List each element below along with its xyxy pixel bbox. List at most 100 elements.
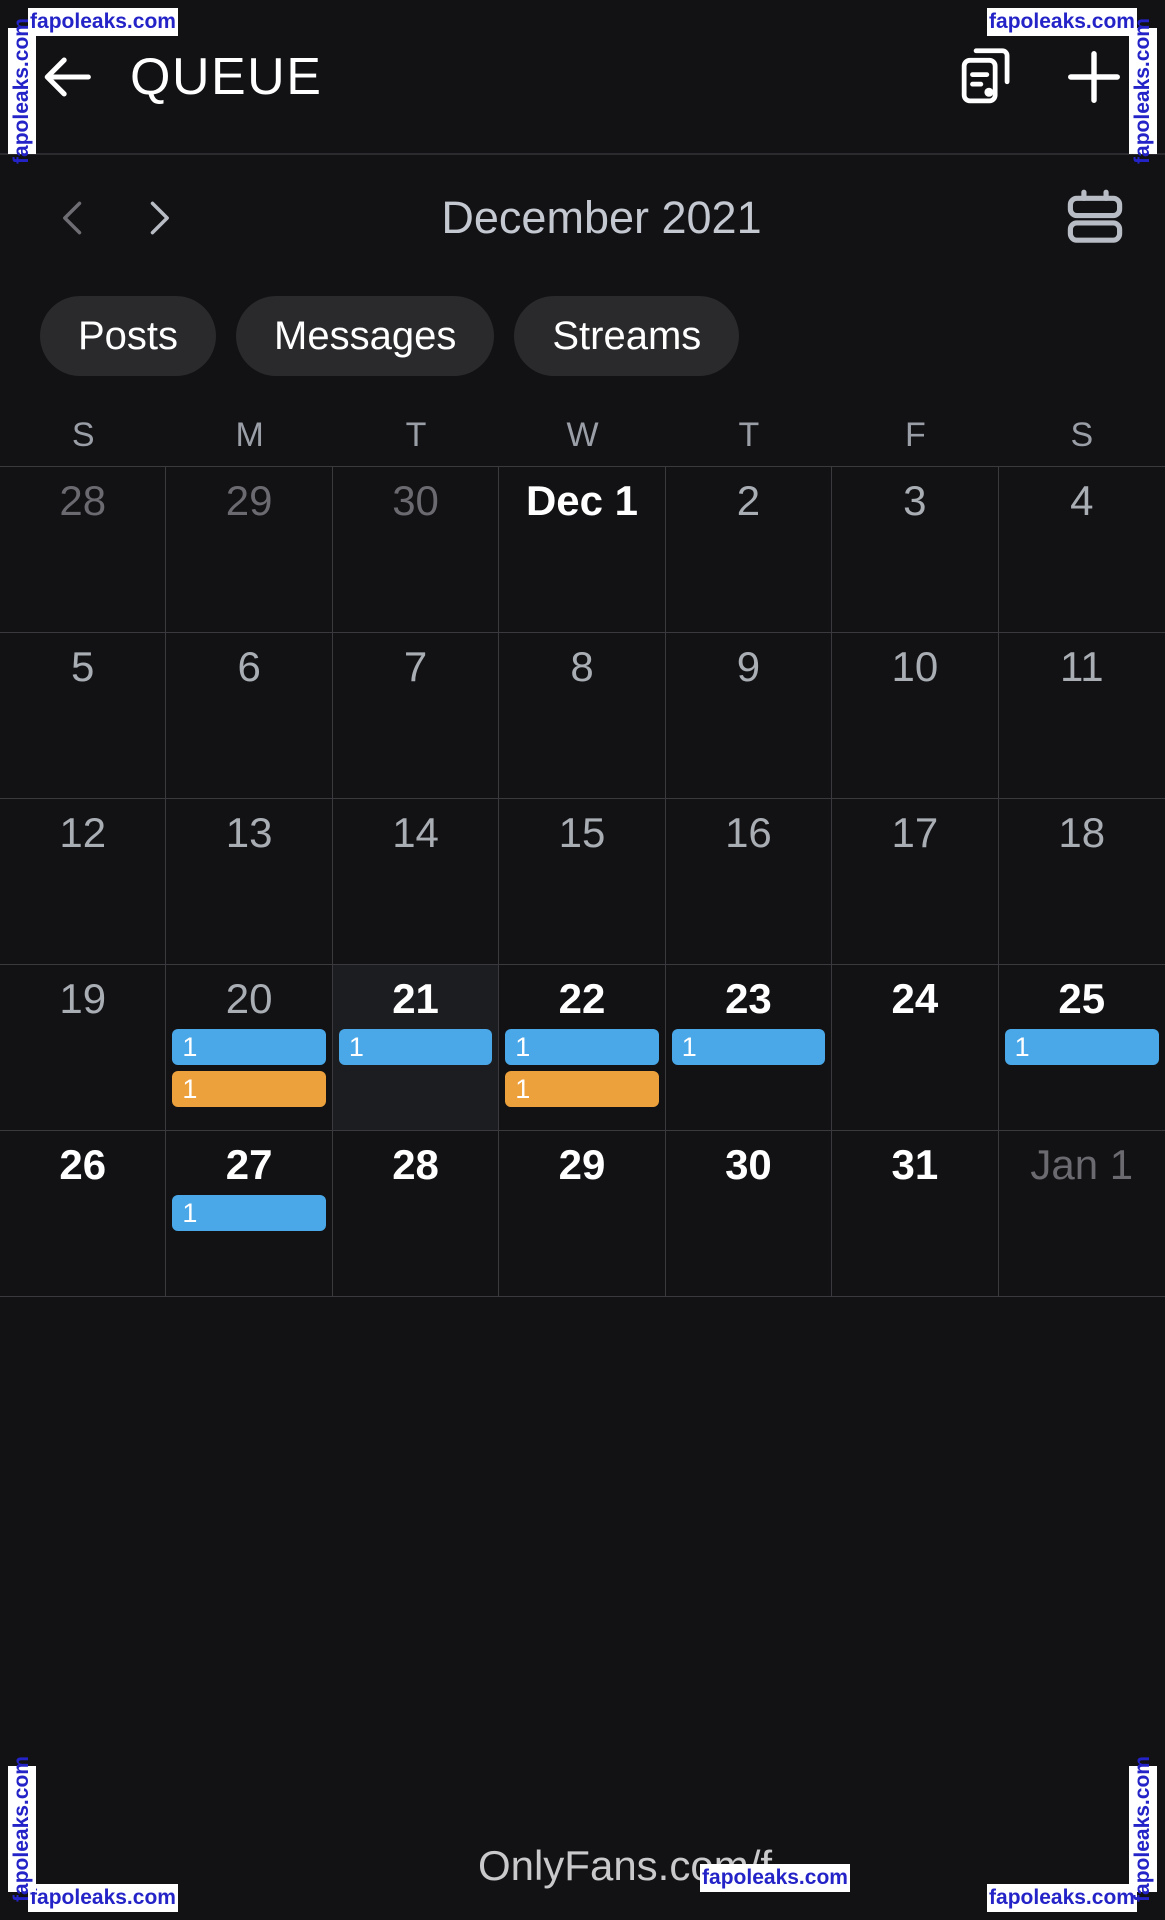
event-count-badge-blue[interactable]: 1: [1004, 1029, 1159, 1066]
weekday-label-mon: M: [235, 415, 264, 454]
calendar-day-cell[interactable]: 6: [166, 633, 333, 798]
calendar-day-number: 28: [59, 477, 107, 524]
watermark-text: fapoleaks.com: [10, 18, 33, 164]
calendar-day-cell[interactable]: 15: [499, 799, 666, 964]
page-title: QUEUE: [130, 47, 323, 106]
calendar-day-number: 2: [736, 477, 761, 524]
calendar-day-number: 27: [225, 1141, 273, 1188]
weekday-header-row: S M T W T F S: [0, 404, 1165, 466]
watermark-text: fapoleaks.com: [10, 1756, 33, 1902]
calendar-day-cell[interactable]: 17: [832, 799, 999, 964]
weekday-label-tue: T: [405, 415, 427, 454]
calendar-day-number: 19: [59, 975, 107, 1022]
calendar-day-number: 4: [1070, 477, 1094, 524]
filter-pill-streams[interactable]: Streams: [514, 296, 740, 376]
calendar-day-number: 30: [725, 1141, 772, 1188]
calendar-day-cell[interactable]: 11: [999, 633, 1165, 798]
calendar-day-cell[interactable]: 29: [166, 467, 333, 632]
calendar-day-cell[interactable]: 2: [666, 467, 833, 632]
calendar-day-badges: 1: [166, 1195, 331, 1232]
calendar-day-cell[interactable]: 12: [0, 799, 167, 964]
filter-pill-group: Posts Messages Streams: [0, 280, 1165, 404]
calendar-day-cell[interactable]: 18: [999, 799, 1165, 964]
calendar-day-number: 29: [558, 1141, 606, 1188]
calendar-day-cell[interactable]: 27 1: [166, 1131, 333, 1296]
watermark-text: fapoleaks.com: [1131, 18, 1154, 164]
event-count-badge-orange[interactable]: 1: [505, 1071, 659, 1108]
calendar-day-number: 26: [59, 1141, 107, 1188]
queue-calendar-screen: QUEUE December 2021 Posts Messages Strea…: [0, 0, 1165, 1920]
calendar-day-badges: 11: [499, 1029, 664, 1108]
calendar-week-row: 26 27 1 28 29 30 31 Jan 1: [0, 1131, 1165, 1297]
calendar-day-cell[interactable]: 8: [499, 633, 666, 798]
calendar-day-number: 6: [237, 643, 261, 690]
event-count-badge-blue[interactable]: 1: [671, 1029, 826, 1066]
calendar-day-cell[interactable]: 4: [999, 467, 1165, 632]
calendar-day-badges: 11: [166, 1029, 331, 1108]
post-templates-icon[interactable]: [953, 42, 1023, 112]
watermark-top-left-horizontal: fapoleaks.com: [28, 8, 178, 36]
calendar-day-number: 21: [392, 975, 439, 1022]
calendar-day-number: 16: [725, 809, 772, 856]
calendar-day-number: 20: [225, 975, 273, 1022]
weekday-label-thu: T: [738, 415, 760, 454]
calendar-day-number: Jan 1: [1030, 1141, 1134, 1188]
calendar-day-cell[interactable]: 30: [666, 1131, 833, 1296]
calendar-day-number: 13: [225, 809, 273, 856]
calendar-day-number: 10: [891, 643, 939, 690]
calendar-day-cell[interactable]: 25 1: [999, 965, 1165, 1130]
watermark-bottom-left-horizontal: fapoleaks.com: [28, 1884, 178, 1912]
event-count-badge-blue[interactable]: 1: [338, 1029, 493, 1066]
calendar-day-cell[interactable]: 14: [333, 799, 500, 964]
calendar-day-cell[interactable]: 22 1 1: [499, 965, 666, 1130]
calendar-day-cell[interactable]: 5: [0, 633, 167, 798]
weekday-label-sun: S: [71, 415, 95, 454]
calendar-day-cell[interactable]: 30: [333, 467, 500, 632]
calendar-day-cell[interactable]: 31: [832, 1131, 999, 1296]
plus-icon[interactable]: [1059, 42, 1129, 112]
calendar-day-cell[interactable]: 7: [333, 633, 500, 798]
calendar-day-cell[interactable]: 19: [0, 965, 167, 1130]
calendar-day-cell[interactable]: 9: [666, 633, 833, 798]
event-count-badge-orange[interactable]: 1: [172, 1071, 326, 1108]
calendar-day-number: 17: [891, 809, 939, 856]
calendar-day-number: Dec 1: [525, 477, 639, 524]
calendar-day-cell[interactable]: 21 1: [332, 965, 500, 1130]
watermark-bottom-right-horizontal: fapoleaks.com: [987, 1884, 1137, 1912]
calendar-day-number: 31: [891, 1141, 939, 1188]
calendar-day-number: 18: [1058, 809, 1106, 856]
event-count-badge-blue[interactable]: 1: [172, 1195, 326, 1232]
watermark-text: fapoleaks.com: [1131, 1756, 1154, 1902]
chevron-right-icon[interactable]: [136, 190, 180, 246]
calendar-day-badges: 1: [999, 1029, 1165, 1066]
calendar-day-cell[interactable]: 24: [832, 965, 999, 1130]
calendar-day-cell[interactable]: 29: [499, 1131, 666, 1296]
event-count-badge-blue[interactable]: 1: [172, 1029, 326, 1066]
filter-pill-posts[interactable]: Posts: [40, 296, 217, 376]
calendar-week-row: 28 29 30 Dec 1 2 3 4: [0, 467, 1165, 633]
calendar-day-cell[interactable]: 28: [333, 1131, 500, 1296]
footer-empty-area: [0, 1297, 1165, 1627]
calendar-day-cell[interactable]: 23 1: [666, 965, 833, 1130]
chevron-left-icon[interactable]: [52, 190, 96, 246]
calendar-day-cell[interactable]: 3: [832, 467, 999, 632]
calendar-day-cell[interactable]: 20 1 1: [166, 965, 333, 1130]
watermark-bottom-left-vertical: fapoleaks.com: [8, 1756, 36, 1902]
agenda-view-icon[interactable]: [1063, 186, 1127, 250]
calendar-day-cell[interactable]: 13: [166, 799, 333, 964]
calendar-day-cell[interactable]: 16: [666, 799, 833, 964]
back-arrow-icon[interactable]: [40, 48, 98, 106]
calendar-day-cell[interactable]: 26: [0, 1131, 167, 1296]
calendar-day-number: 30: [392, 477, 439, 524]
calendar-day-number: 23: [725, 975, 772, 1022]
calendar-day-cell[interactable]: Jan 1: [999, 1131, 1165, 1296]
calendar-week-row: 5 6 7 8 9 10 11: [0, 633, 1165, 799]
calendar-day-cell[interactable]: 28: [0, 467, 167, 632]
calendar-day-cell[interactable]: Dec 1: [499, 467, 666, 632]
calendar-day-number: 7: [403, 643, 428, 690]
calendar-day-number: 22: [558, 975, 606, 1022]
watermark-top-right-horizontal: fapoleaks.com: [987, 8, 1137, 36]
filter-pill-messages[interactable]: Messages: [236, 296, 495, 376]
event-count-badge-blue[interactable]: 1: [505, 1029, 659, 1066]
calendar-day-cell[interactable]: 10: [832, 633, 999, 798]
